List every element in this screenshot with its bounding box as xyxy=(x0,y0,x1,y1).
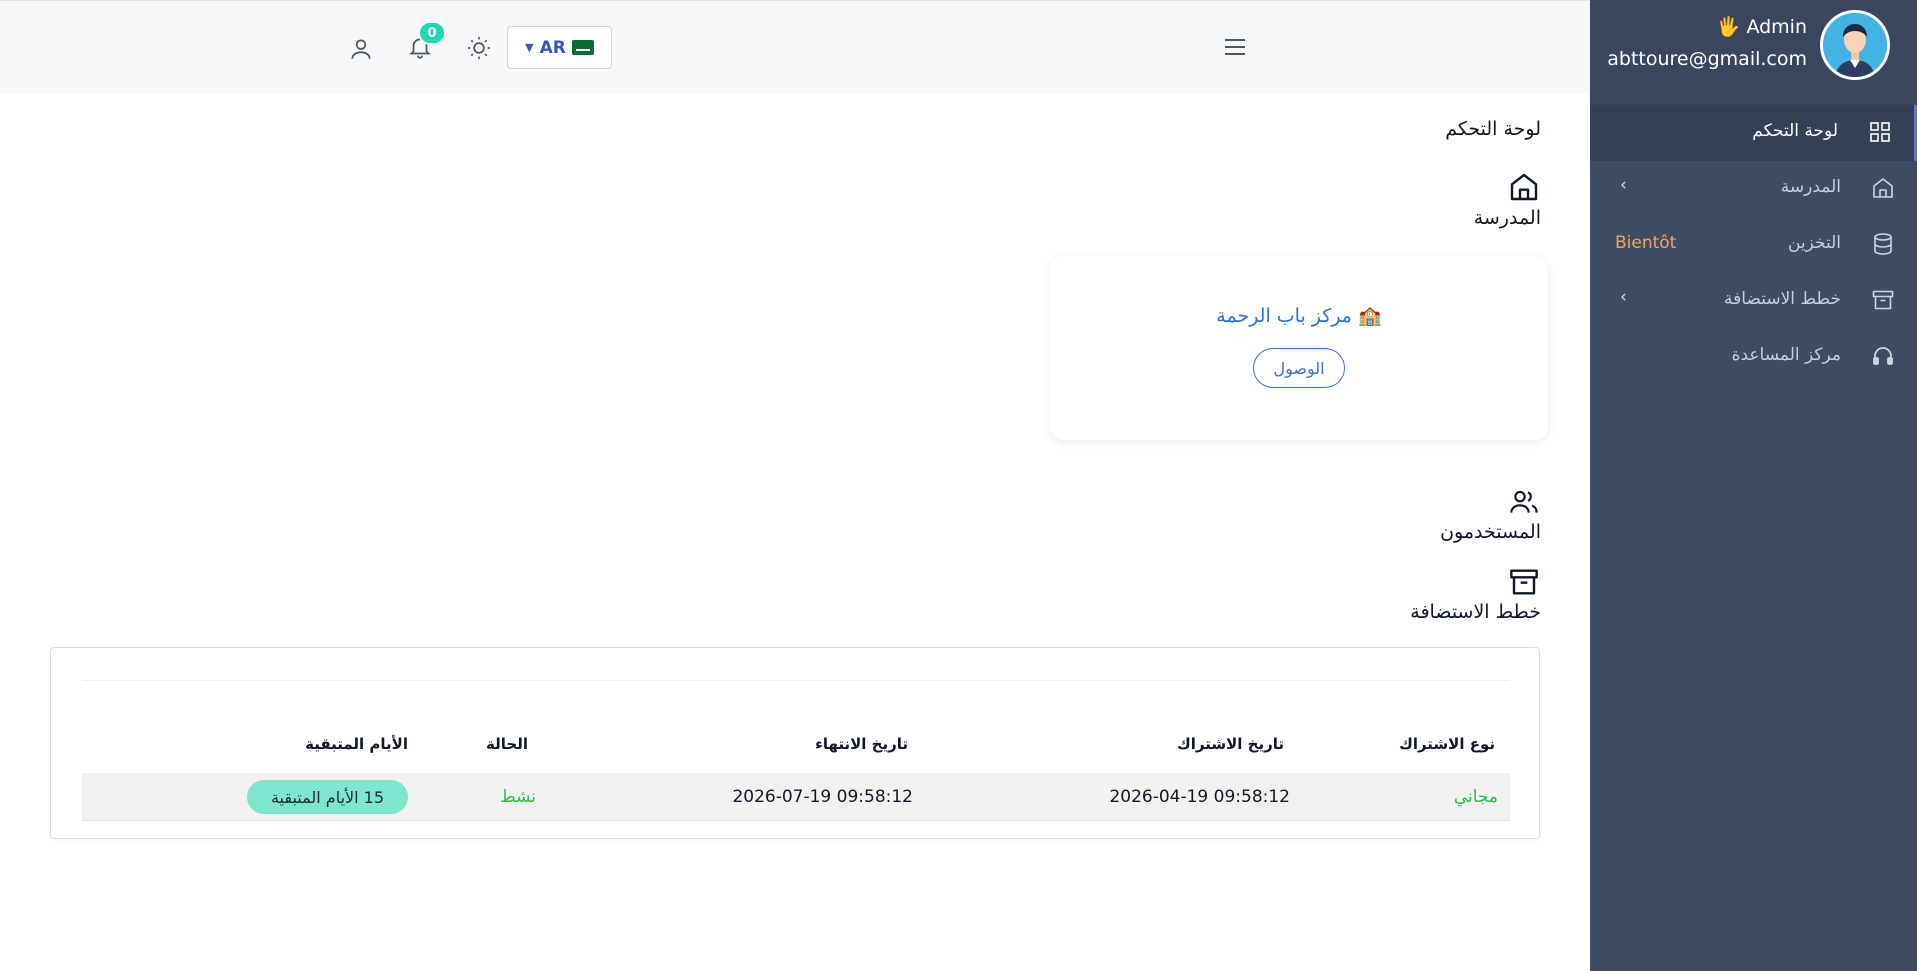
school-name[interactable]: مركز باب الرحمة xyxy=(1216,305,1352,327)
header-expiry-date: تاريخ الانتهاء xyxy=(815,735,908,753)
subscriptions-table-card: نوع الاشتراك تاريخ الاشتراك تاريخ الانته… xyxy=(50,647,1540,839)
header-remaining-days: الأيام المتبقية xyxy=(305,735,408,753)
header-subscription-date: تاريخ الاشتراك xyxy=(1177,735,1284,753)
subscriptions-table: نوع الاشتراك تاريخ الاشتراك تاريخ الانته… xyxy=(82,680,1510,821)
sidebar-nav: لوحة التحكم المدرسة ‹ التخزين Bientôt خط… xyxy=(1590,105,1917,385)
school-name-line[interactable]: 🏫 مركز باب الرحمة xyxy=(1050,304,1548,327)
avatar[interactable] xyxy=(1820,10,1890,80)
language-code: AR xyxy=(539,37,566,58)
table-row: مجاني 2026-04-19 09:58:12 2026-07-19 09:… xyxy=(82,773,1510,821)
sidebar-item-label: مركز المساعدة xyxy=(1731,345,1841,365)
sidebar-item-label: المدرسة xyxy=(1780,177,1841,197)
cell-status: نشط xyxy=(499,787,536,807)
saudi-flag-icon xyxy=(571,40,594,55)
school-card: 🏫 مركز باب الرحمة الوصول xyxy=(1050,256,1548,440)
header-subscription-type: نوع الاشتراك xyxy=(1399,735,1495,753)
page-title: لوحة التحكم xyxy=(1445,118,1541,140)
sidebar-item-label: خطط الاستضافة xyxy=(1724,289,1841,309)
language-selector-button[interactable]: ▼ AR xyxy=(507,26,612,69)
sidebar-item-help-center[interactable]: مركز المساعدة xyxy=(1590,329,1917,385)
admin-profile: 🖐 Admin abttoure@gmail.com xyxy=(1590,0,1917,105)
school-building-icon: 🏫 xyxy=(1358,305,1382,327)
cell-subscription-type: مجاني xyxy=(1453,787,1498,807)
sidebar-item-label: لوحة التحكم xyxy=(1752,121,1838,141)
cell-subscription-date: 2026-04-19 09:58:12 xyxy=(1109,787,1290,807)
header-status: الحالة xyxy=(486,735,528,753)
home-icon xyxy=(1510,173,1538,201)
access-button[interactable]: الوصول xyxy=(1253,348,1345,388)
admin-name: Admin xyxy=(1746,16,1807,38)
sidebar-item-hosting-plans[interactable]: خطط الاستضافة ‹ xyxy=(1590,273,1917,329)
sidebar-item-label: التخزين xyxy=(1787,233,1841,253)
waving-hand-icon: 🖐 xyxy=(1716,16,1741,38)
sidebar-item-dashboard[interactable]: لوحة التحكم xyxy=(1590,105,1917,161)
sun-icon[interactable] xyxy=(466,35,492,61)
database-icon xyxy=(1874,233,1892,255)
top-header: 0 ▼ AR xyxy=(0,0,1590,93)
grid-icon xyxy=(1870,122,1890,142)
users-section-label: المستخدمون xyxy=(1440,521,1541,543)
hosting-plans-section-label: خطط الاستضافة xyxy=(1410,601,1541,623)
archive-icon xyxy=(1872,290,1894,310)
user-icon[interactable] xyxy=(348,36,374,62)
hamburger-menu-icon[interactable] xyxy=(1223,37,1247,57)
users-icon xyxy=(1510,490,1538,513)
sidebar: 🖐 Admin abttoure@gmail.com لوحة التحكم ا… xyxy=(1590,0,1917,971)
school-section-label: المدرسة xyxy=(1473,207,1541,229)
admin-name-line: 🖐 Admin xyxy=(1717,15,1807,38)
sidebar-item-school[interactable]: المدرسة ‹ xyxy=(1590,161,1917,217)
cell-expiry-date: 2026-07-19 09:58:12 xyxy=(732,787,913,807)
headphones-icon xyxy=(1873,347,1893,365)
app-root: 0 ▼ AR لوحة التحكم المدرسة 🏫 مركز باب ال… xyxy=(0,0,1917,971)
avatar-person-icon xyxy=(1823,13,1887,77)
home-icon xyxy=(1873,178,1893,198)
notification-count-badge: 0 xyxy=(418,21,446,45)
chevron-left-icon[interactable]: ‹ xyxy=(1620,287,1627,307)
remaining-days-badge: 15 الأيام المتبقية xyxy=(247,780,408,814)
admin-email: abttoure@gmail.com xyxy=(1607,48,1807,70)
sidebar-item-storage[interactable]: التخزين Bientôt xyxy=(1590,217,1917,273)
archive-icon xyxy=(1510,569,1538,595)
coming-soon-badge: Bientôt xyxy=(1615,233,1677,253)
caret-down-icon: ▼ xyxy=(525,41,534,54)
chevron-left-icon[interactable]: ‹ xyxy=(1620,175,1627,195)
